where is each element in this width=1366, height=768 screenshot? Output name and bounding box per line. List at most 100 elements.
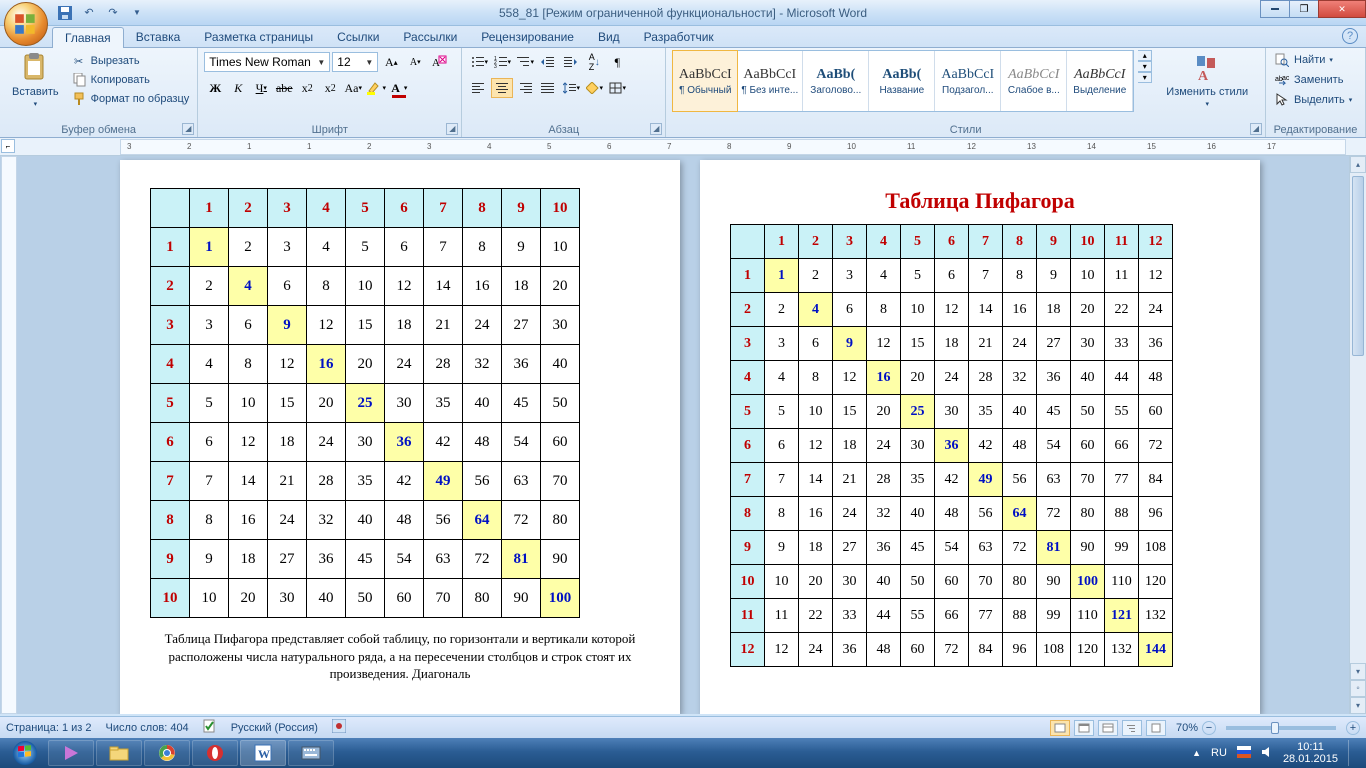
tray-flag-icon[interactable] <box>1237 746 1251 761</box>
status-macro-icon[interactable] <box>332 719 346 736</box>
zoom-in-button[interactable]: + <box>1346 721 1360 735</box>
ribbon-tab-6[interactable]: Вид <box>586 27 632 47</box>
save-icon[interactable] <box>56 4 74 22</box>
status-proofing-icon[interactable] <box>203 719 217 736</box>
pages-container[interactable]: 1234567891011234567891022468101214161820… <box>20 160 1348 714</box>
view-draft[interactable] <box>1146 720 1166 736</box>
tray-speaker-icon[interactable] <box>1261 746 1273 761</box>
redo-icon[interactable]: ↷ <box>104 4 122 22</box>
tray-lang[interactable]: RU <box>1211 747 1227 759</box>
vertical-ruler[interactable] <box>1 156 17 714</box>
zoom-out-button[interactable]: − <box>1202 721 1216 735</box>
status-language[interactable]: Русский (Россия) <box>231 722 318 734</box>
task-word[interactable]: W <box>240 740 286 766</box>
ribbon-tab-2[interactable]: Разметка страницы <box>192 27 325 47</box>
styles-gallery[interactable]: AaBbCcI¶ ОбычныйAaBbCcI¶ Без инте...AaBb… <box>672 50 1134 112</box>
clear-formatting-button[interactable]: A <box>428 52 450 72</box>
align-center-button[interactable] <box>491 78 513 98</box>
change-styles-button[interactable]: A Изменить стили▾ <box>1160 50 1254 110</box>
zoom-slider[interactable] <box>1226 726 1336 730</box>
find-button[interactable]: Найти▾ <box>1272 51 1359 69</box>
increase-indent-button[interactable] <box>560 52 582 72</box>
shrink-font-button[interactable]: A▾ <box>404 52 426 72</box>
bullets-button[interactable]: ▾ <box>468 52 490 72</box>
svg-text:3: 3 <box>494 64 497 68</box>
style-item-3[interactable]: AaBb(Название <box>869 51 935 111</box>
font-dialog-launcher[interactable]: ◢ <box>446 123 458 135</box>
borders-button[interactable]: ▾ <box>606 78 628 98</box>
grow-font-button[interactable]: A▴ <box>380 52 402 72</box>
maximize-button[interactable]: ❐ <box>1289 0 1319 18</box>
superscript-button[interactable]: x2 <box>319 78 341 98</box>
task-mediaplayer[interactable] <box>48 740 94 766</box>
justify-button[interactable] <box>537 78 559 98</box>
style-item-1[interactable]: AaBbCcI¶ Без инте... <box>737 51 803 111</box>
tray-clock[interactable]: 10:11 28.01.2015 <box>1283 741 1338 765</box>
ribbon-tab-0[interactable]: Главная <box>52 27 124 48</box>
multilevel-button[interactable]: ▾ <box>514 52 536 72</box>
clipboard-dialog-launcher[interactable]: ◢ <box>182 123 194 135</box>
select-button[interactable]: Выделить▾ <box>1272 91 1359 109</box>
style-item-0[interactable]: AaBbCcI¶ Обычный <box>672 50 738 112</box>
ruler-toggle[interactable]: ⌐ <box>1 139 15 153</box>
paste-button[interactable]: Вставить▾ <box>6 50 65 110</box>
ribbon-tab-7[interactable]: Разработчик <box>632 27 726 47</box>
replace-button[interactable]: abacЗаменить <box>1272 71 1359 89</box>
task-chrome[interactable] <box>144 740 190 766</box>
style-item-5[interactable]: AaBbCcIСлабое в... <box>1001 51 1067 111</box>
task-opera[interactable] <box>192 740 238 766</box>
help-icon[interactable]: ? <box>1342 28 1358 44</box>
cut-button[interactable]: ✂Вырезать <box>69 52 192 70</box>
zoom-level[interactable]: 70% <box>1176 722 1198 734</box>
align-right-button[interactable] <box>514 78 536 98</box>
font-size-combo[interactable]: 12▼ <box>332 52 378 72</box>
horizontal-ruler[interactable]: 3211234567891011121314151617 <box>120 139 1346 155</box>
format-painter-button[interactable]: Формат по образцу <box>69 90 192 108</box>
style-item-6[interactable]: AaBbCcIВыделение <box>1067 51 1133 111</box>
style-item-2[interactable]: AaBb(Заголово... <box>803 51 869 111</box>
style-item-4[interactable]: AaBbCcIПодзагол... <box>935 51 1001 111</box>
align-left-button[interactable] <box>468 78 490 98</box>
show-desktop-button[interactable] <box>1348 740 1356 766</box>
view-outline[interactable] <box>1122 720 1142 736</box>
ribbon-tab-4[interactable]: Рассылки <box>391 27 469 47</box>
decrease-indent-button[interactable] <box>537 52 559 72</box>
view-full-screen[interactable] <box>1074 720 1094 736</box>
view-print-layout[interactable] <box>1050 720 1070 736</box>
underline-button[interactable]: Ч▾ <box>250 78 272 98</box>
start-button[interactable] <box>4 739 46 767</box>
font-family-combo[interactable]: Times New Roman▼ <box>204 52 330 72</box>
ribbon-tab-5[interactable]: Рецензирование <box>469 27 586 47</box>
tray-show-hidden-icon[interactable]: ▲ <box>1192 748 1201 758</box>
minimize-button[interactable] <box>1260 0 1290 18</box>
paragraph-dialog-launcher[interactable]: ◢ <box>650 123 662 135</box>
change-case-button[interactable]: Aa▾ <box>342 78 364 98</box>
task-explorer[interactable] <box>96 740 142 766</box>
status-words[interactable]: Число слов: 404 <box>106 722 189 734</box>
view-web-layout[interactable] <box>1098 720 1118 736</box>
highlight-button[interactable]: ▾ <box>365 78 387 98</box>
ribbon-tab-1[interactable]: Вставка <box>124 27 193 47</box>
gallery-scroll[interactable]: ▴▾▾ <box>1138 50 1152 83</box>
ribbon-tab-3[interactable]: Ссылки <box>325 27 391 47</box>
show-marks-button[interactable]: ¶ <box>606 52 628 72</box>
styles-dialog-launcher[interactable]: ◢ <box>1250 123 1262 135</box>
sort-button[interactable]: AZ↓ <box>583 52 605 72</box>
font-color-button[interactable]: A▾ <box>388 78 410 98</box>
office-button[interactable] <box>4 2 48 46</box>
subscript-button[interactable]: x2 <box>296 78 318 98</box>
vertical-scrollbar[interactable]: ▴ ▾ ◦ ▾ <box>1349 156 1366 714</box>
copy-button[interactable]: Копировать <box>69 71 192 89</box>
status-page[interactable]: Страница: 1 из 2 <box>6 722 92 734</box>
close-button[interactable]: ✕ <box>1318 0 1366 18</box>
strikethrough-button[interactable]: abe <box>273 78 295 98</box>
qat-dropdown-icon[interactable]: ▼ <box>128 4 146 22</box>
shading-button[interactable]: ▾ <box>583 78 605 98</box>
line-spacing-button[interactable]: ▾ <box>560 78 582 98</box>
undo-icon[interactable]: ↶ <box>80 4 98 22</box>
bold-button[interactable]: Ж <box>204 78 226 98</box>
numbering-button[interactable]: 123▾ <box>491 52 513 72</box>
italic-button[interactable]: К <box>227 78 249 98</box>
scrollbar-thumb[interactable] <box>1352 176 1364 356</box>
task-onscreen-keyboard[interactable] <box>288 740 334 766</box>
